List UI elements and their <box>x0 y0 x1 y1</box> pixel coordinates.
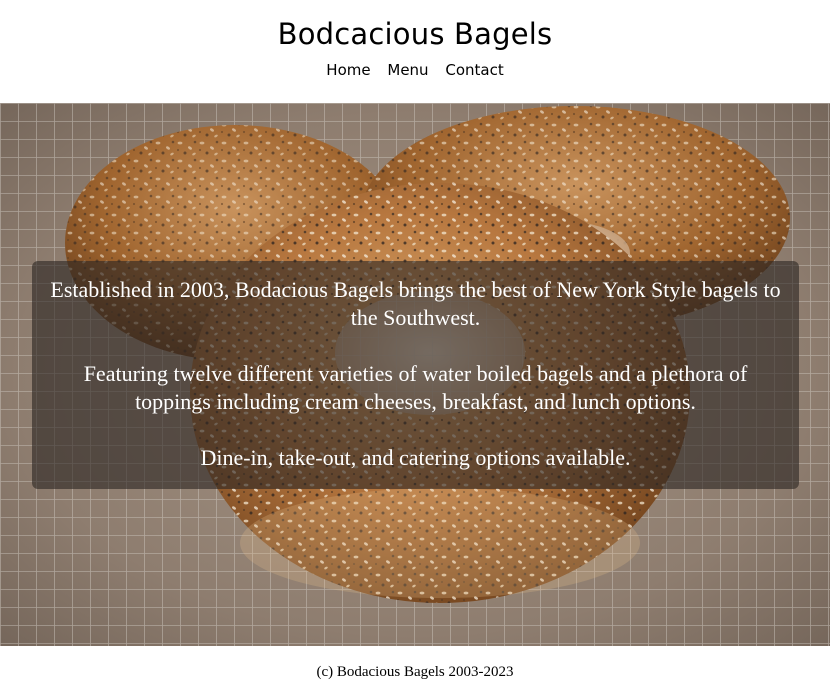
nav-home-link[interactable]: Home <box>326 61 370 79</box>
hero-varieties-text: Featuring twelve different varieties of … <box>83 361 748 414</box>
hero-intro-text: Established in 2003, Bodacious Bagels br… <box>50 277 781 330</box>
site-header: Bodcacious Bagels Home Menu Contact <box>0 0 830 103</box>
hero-section: Established in 2003, Bodacious Bagels br… <box>0 103 830 646</box>
hero-text-box: Established in 2003, Bodacious Bagels br… <box>32 261 799 489</box>
site-title: Bodcacious Bagels <box>277 17 553 51</box>
main-nav: Home Menu Contact <box>0 60 830 80</box>
hero-options-text: Dine-in, take-out, and catering options … <box>200 445 631 470</box>
nav-contact-link[interactable]: Contact <box>445 61 503 79</box>
site-footer: (c) Bodacious Bagels 2003-2023 <box>0 646 830 693</box>
nav-menu-link[interactable]: Menu <box>387 61 428 79</box>
copyright-text: (c) Bodacious Bagels 2003-2023 <box>316 664 514 680</box>
